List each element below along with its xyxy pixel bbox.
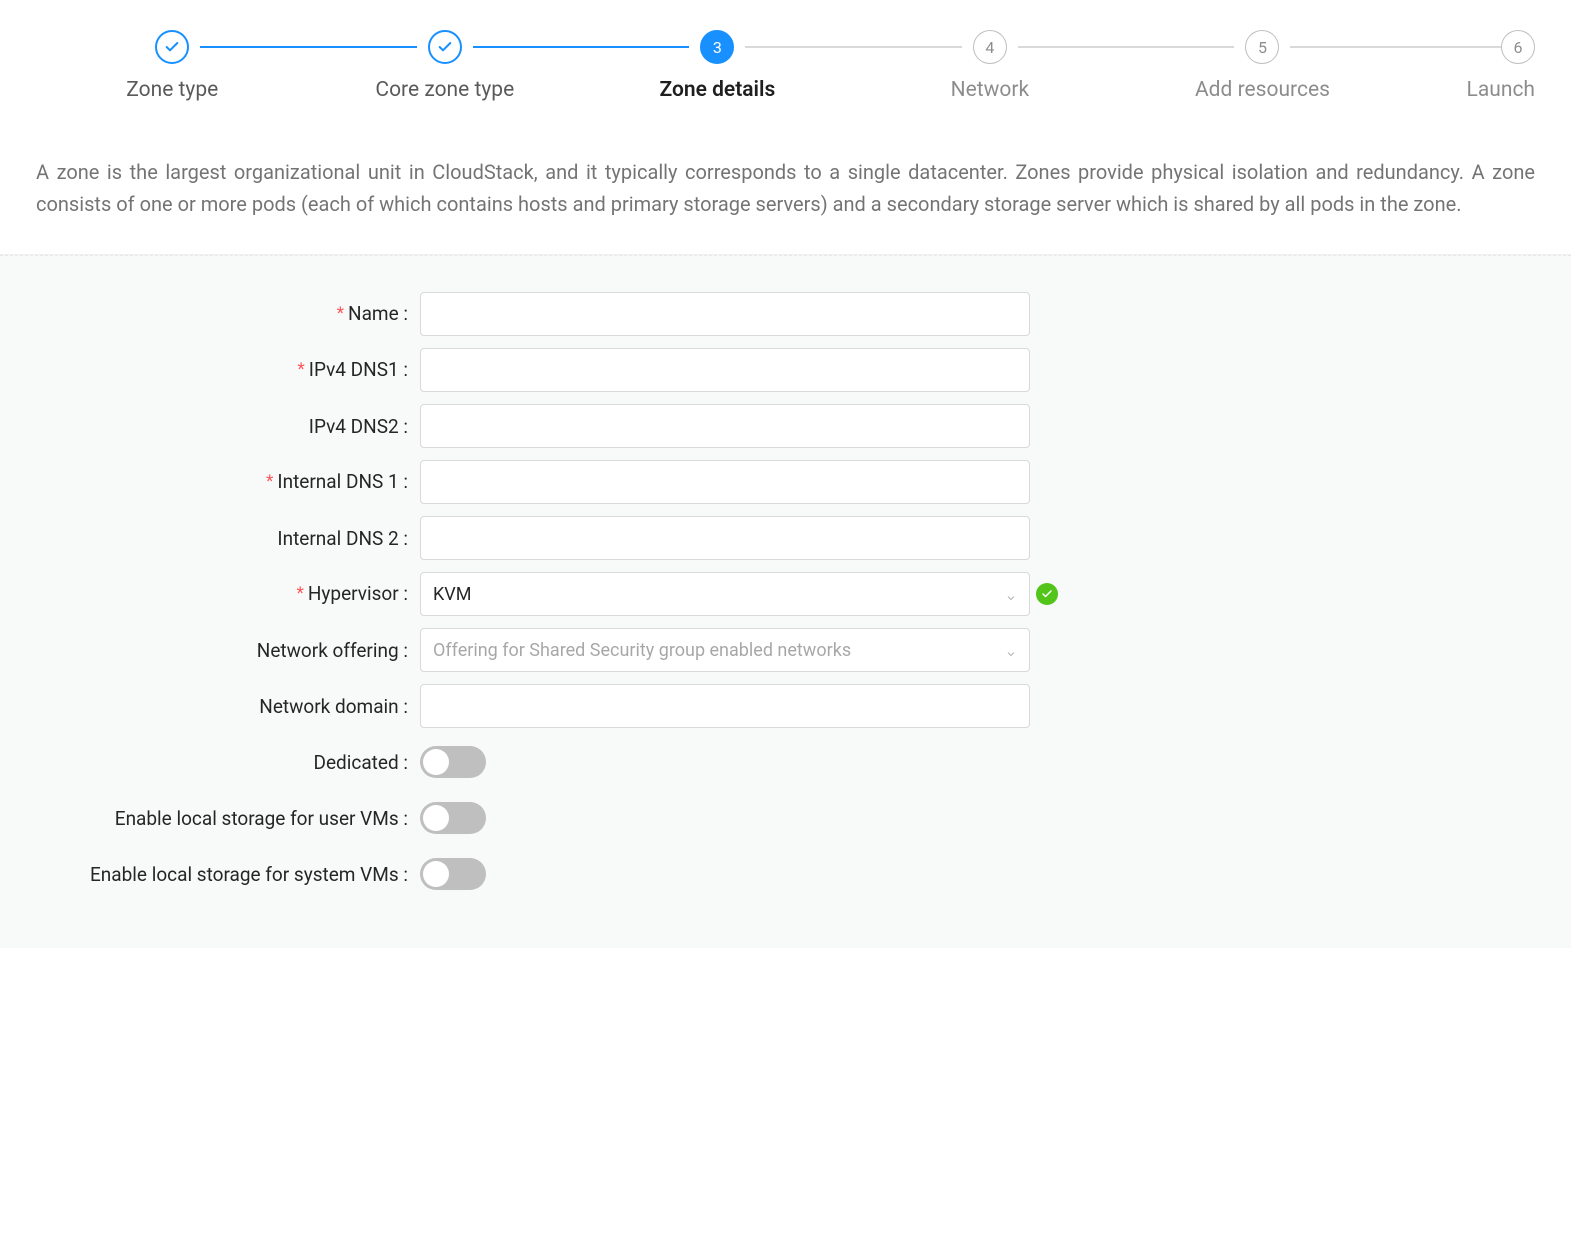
step-launch[interactable]: 6 Launch (1399, 30, 1535, 102)
step-number: 6 (1501, 30, 1535, 64)
ipv4-dns1-input[interactable] (420, 348, 1030, 392)
step-label: Zone details (659, 78, 775, 102)
check-circle-icon (1036, 583, 1058, 605)
label-ipv4dns1: *IPv4 DNS1 : (20, 358, 420, 382)
check-icon (155, 30, 189, 64)
label-name: *Name : (20, 302, 420, 326)
internal-dns1-input[interactable] (420, 460, 1030, 504)
network-domain-input[interactable] (420, 684, 1030, 728)
dedicated-toggle[interactable] (420, 746, 486, 778)
step-label: Zone type (126, 78, 218, 102)
hypervisor-select[interactable]: KVM (420, 572, 1030, 616)
network-offering-select[interactable]: Offering for Shared Security group enabl… (420, 628, 1030, 672)
name-input[interactable] (420, 292, 1030, 336)
step-number: 5 (1245, 30, 1279, 64)
label-hypervisor: *Hypervisor : (20, 582, 420, 606)
zone-description: A zone is the largest organizational uni… (0, 126, 1571, 255)
local-storage-user-toggle[interactable] (420, 802, 486, 834)
chevron-down-icon (1005, 644, 1017, 656)
label-network-offering: Network offering : (20, 639, 420, 662)
label-internaldns2: Internal DNS 2 : (20, 527, 420, 550)
label-local-storage-user: Enable local storage for user VMs : (20, 807, 420, 830)
step-add-resources[interactable]: 5 Add resources (1126, 30, 1399, 102)
ipv4-dns2-input[interactable] (420, 404, 1030, 448)
form-row-network-domain: Network domain : (20, 684, 1551, 728)
label-network-domain: Network domain : (20, 695, 420, 718)
step-label: Network (951, 78, 1030, 102)
form-row-local-storage-system: Enable local storage for system VMs : (20, 852, 1551, 896)
internal-dns2-input[interactable] (420, 516, 1030, 560)
step-number: 4 (973, 30, 1007, 64)
check-icon (428, 30, 462, 64)
step-zone-type[interactable]: Zone type (36, 30, 309, 102)
form-row-internaldns2: Internal DNS 2 : (20, 516, 1551, 560)
form-row-network-offering: Network offering : Offering for Shared S… (20, 628, 1551, 672)
wizard-stepper: Zone type Core zone type 3 Zone details … (0, 0, 1571, 126)
step-network[interactable]: 4 Network (854, 30, 1127, 102)
local-storage-system-toggle[interactable] (420, 858, 486, 890)
form-row-ipv4dns1: *IPv4 DNS1 : (20, 348, 1551, 392)
step-label: Core zone type (375, 78, 514, 102)
form-row-name: *Name : (20, 292, 1551, 336)
step-zone-details[interactable]: 3 Zone details (581, 30, 854, 102)
label-internaldns1: *Internal DNS 1 : (20, 470, 420, 494)
label-dedicated: Dedicated : (20, 751, 420, 774)
label-local-storage-system: Enable local storage for system VMs : (20, 863, 420, 886)
form-row-internaldns1: *Internal DNS 1 : (20, 460, 1551, 504)
label-ipv4dns2: IPv4 DNS2 : (20, 415, 420, 438)
network-offering-value: Offering for Shared Security group enabl… (433, 640, 851, 661)
step-label: Add resources (1195, 78, 1330, 102)
form-row-hypervisor: *Hypervisor : KVM (20, 572, 1551, 616)
zone-details-form: *Name : *IPv4 DNS1 : IPv4 DNS2 : *Intern… (0, 255, 1571, 948)
step-label: Launch (1467, 78, 1535, 102)
form-row-ipv4dns2: IPv4 DNS2 : (20, 404, 1551, 448)
form-row-dedicated: Dedicated : (20, 740, 1551, 784)
step-core-zone-type[interactable]: Core zone type (309, 30, 582, 102)
step-number: 3 (700, 30, 734, 64)
chevron-down-icon (1005, 588, 1017, 600)
hypervisor-value: KVM (433, 584, 471, 605)
form-row-local-storage-user: Enable local storage for user VMs : (20, 796, 1551, 840)
